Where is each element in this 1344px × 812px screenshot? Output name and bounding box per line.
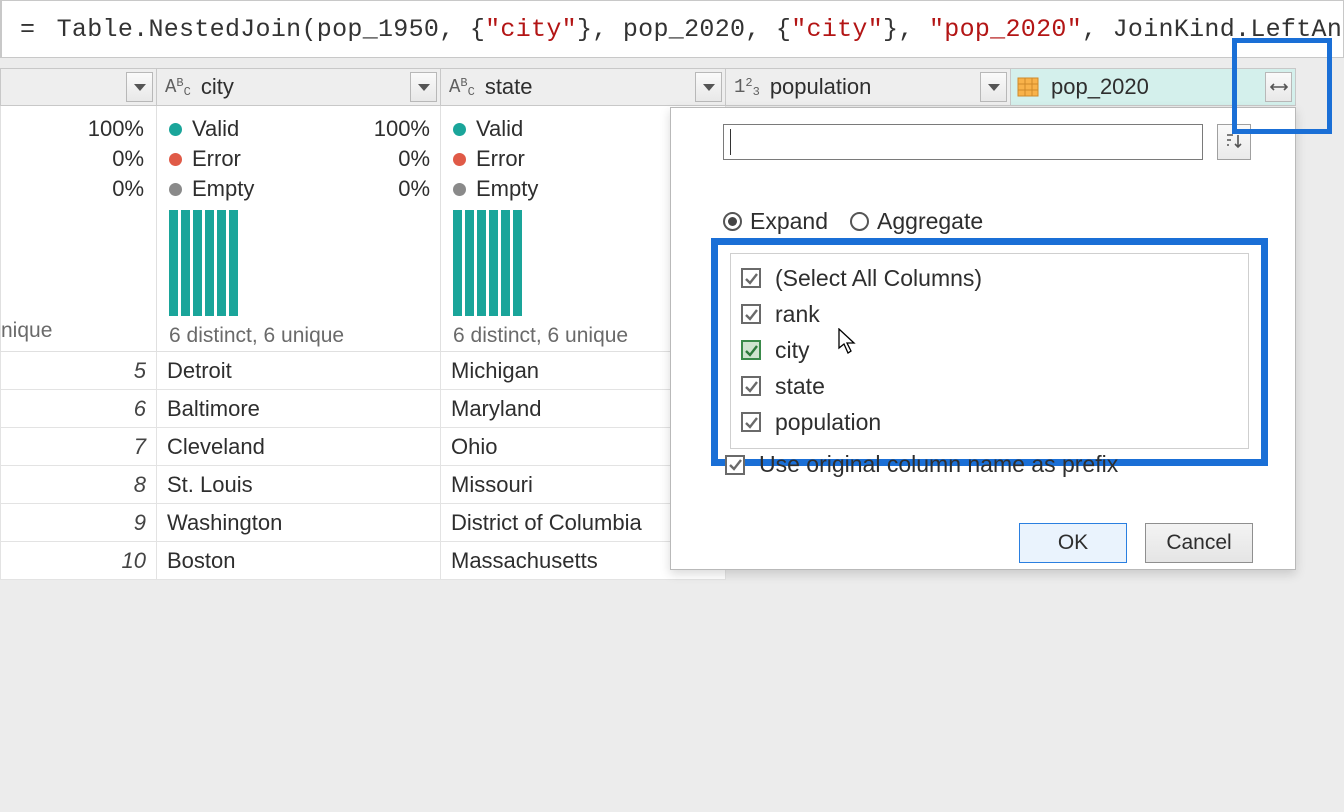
column-name-city: city [201,74,234,100]
formula-function: Table.NestedJoin [57,15,302,44]
column-name-pop2020: pop_2020 [1051,74,1149,100]
column-name-population: population [770,74,872,100]
formula-arg-4: "city" [791,15,883,44]
radio-icon [850,212,869,231]
checkbox-label: population [775,409,881,436]
distinct-label-cut: nique [1,319,52,343]
valid-pct: 100% [88,116,144,142]
cell-rank[interactable]: 10 [0,542,157,580]
error-pct: 0% [112,146,144,172]
expand-search-input[interactable] [723,124,1203,160]
error-label: Error [476,146,525,172]
cell-rank[interactable]: 9 [0,504,157,542]
column-header-row: ABC city ABC state 123 population pop_20… [0,68,1296,106]
cell-city[interactable]: St. Louis [157,466,441,504]
column-header-rank[interactable] [0,68,157,106]
checkbox-label: Use original column name as prefix [759,451,1118,478]
cell-city[interactable]: Detroit [157,352,441,390]
text-type-icon: ABC [165,76,191,98]
valid-pct: 100% [374,116,430,142]
checkbox-icon [741,412,761,432]
valid-label: Valid [476,116,523,142]
checkbox-label: (Select All Columns) [775,265,982,292]
cell-city[interactable]: Washington [157,504,441,542]
checkbox-city[interactable]: city [741,332,1238,368]
radio-label: Aggregate [877,208,983,235]
valid-dot-icon [453,123,466,136]
checkbox-rank[interactable]: rank [741,296,1238,332]
column-filter-rank[interactable] [126,72,153,102]
empty-label: Empty [476,176,538,202]
formula-arg-5: "pop_2020" [929,15,1082,44]
column-list: (Select All Columns) rank city state pop… [730,253,1249,449]
formula-arg-3: pop_2020 [623,15,745,44]
formula-arg-6: JoinKind.LeftAnti [1113,15,1344,44]
valid-label: Valid [192,116,239,142]
checkbox-select-all[interactable]: (Select All Columns) [741,260,1238,296]
column-filter-state[interactable] [695,72,722,102]
text-cursor [730,129,731,155]
table-type-icon [1017,77,1039,97]
checkbox-use-prefix[interactable]: Use original column name as prefix [725,451,1118,478]
cell-city[interactable]: Baltimore [157,390,441,428]
checkbox-icon [725,455,745,475]
cell-rank[interactable]: 7 [0,428,157,466]
checkbox-icon [741,376,761,396]
empty-pct: 0% [112,176,144,202]
error-dot-icon [169,153,182,166]
empty-dot-icon [453,183,466,196]
column-header-city[interactable]: ABC city [157,68,441,106]
cell-city[interactable]: Boston [157,542,441,580]
formula-arg-1: pop_1950 [317,15,439,44]
cancel-button[interactable]: Cancel [1145,523,1253,563]
column-header-state[interactable]: ABC state [441,68,726,106]
checkbox-icon [741,304,761,324]
column-filter-city[interactable] [410,72,437,102]
expand-column-panel: Expand Aggregate (Select All Columns) ra… [670,107,1296,570]
empty-dot-icon [169,183,182,196]
checkbox-icon [741,268,761,288]
expand-mode-radio-group: Expand Aggregate [723,208,1271,235]
sort-columns-button[interactable] [1217,124,1251,160]
radio-label: Expand [750,208,828,235]
error-pct: 0% [398,146,430,172]
radio-aggregate[interactable]: Aggregate [850,208,983,235]
cell-city[interactable]: Cleveland [157,428,441,466]
cell-rank[interactable]: 8 [0,466,157,504]
radio-expand[interactable]: Expand [723,208,828,235]
number-type-icon: 123 [734,76,760,98]
distinct-label: 6 distinct, 6 unique [169,324,430,348]
empty-label: Empty [192,176,254,202]
empty-pct: 0% [398,176,430,202]
valid-dot-icon [169,123,182,136]
checkbox-label: state [775,373,825,400]
formula-text[interactable]: = Table.NestedJoin(pop_1950, {"city"}, p… [2,15,1344,44]
checkbox-icon [741,340,761,360]
checkbox-population[interactable]: population [741,404,1238,440]
expand-column-button[interactable] [1265,72,1292,102]
formula-equals: = [20,15,35,44]
ok-button[interactable]: OK [1019,523,1127,563]
column-name-state: state [485,74,533,100]
column-header-pop2020[interactable]: pop_2020 [1011,68,1296,106]
cell-rank[interactable]: 5 [0,352,157,390]
error-dot-icon [453,153,466,166]
text-type-icon: ABC [449,76,475,98]
radio-icon [723,212,742,231]
column-header-population[interactable]: 123 population [726,68,1011,106]
distribution-bars [169,210,430,316]
formula-bar[interactable]: = Table.NestedJoin(pop_1950, {"city"}, p… [0,0,1344,58]
cell-rank[interactable]: 6 [0,390,157,428]
quality-rank: 100% 0% 0% nique [0,106,157,352]
checkbox-label: city [775,337,810,364]
checkbox-state[interactable]: state [741,368,1238,404]
checkbox-label: rank [775,301,820,328]
dialog-buttons: OK Cancel [1019,523,1253,563]
formula-arg-2: "city" [485,15,577,44]
column-filter-population[interactable] [980,72,1007,102]
quality-city: Valid 100% Error 0% Empty 0% 6 distinct, 6 … [157,106,441,352]
error-label: Error [192,146,241,172]
column-list-highlight: (Select All Columns) rank city state pop… [711,238,1268,466]
